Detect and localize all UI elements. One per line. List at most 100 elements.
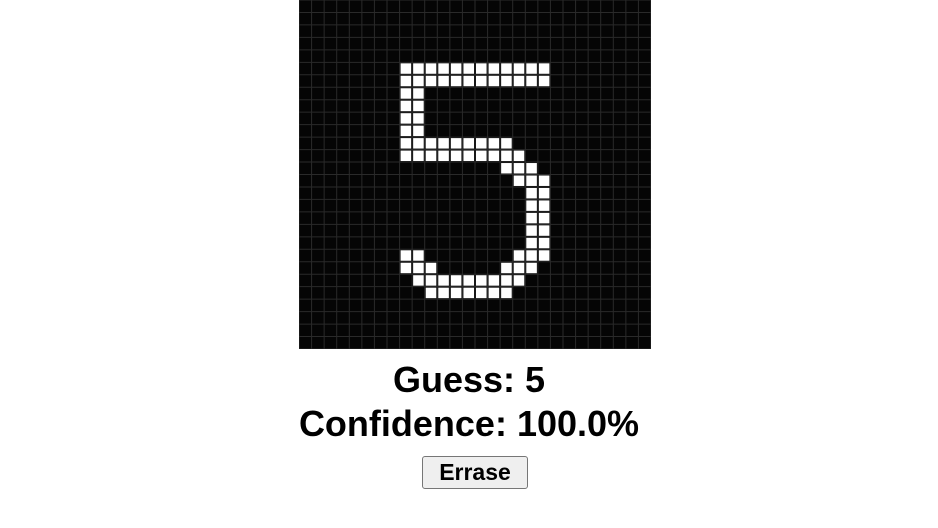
drawn-pixel — [438, 150, 449, 162]
drawn-pixel — [413, 113, 424, 124]
drawn-pixel — [425, 75, 437, 87]
drawn-pixel — [463, 138, 474, 149]
drawn-pixel — [501, 262, 512, 274]
drawn-pixel — [526, 250, 537, 261]
drawn-pixel — [425, 150, 437, 162]
drawn-pixel — [513, 262, 525, 274]
drawn-pixel — [463, 275, 474, 286]
drawn-pixel — [513, 275, 525, 286]
drawn-pixel — [438, 287, 449, 299]
drawn-pixel — [450, 287, 462, 299]
drawn-pixel — [476, 275, 487, 286]
drawn-pixel — [538, 63, 550, 74]
drawn-pixel — [476, 63, 487, 74]
drawn-pixel — [413, 250, 424, 261]
drawn-pixel — [400, 63, 412, 74]
drawn-pixel — [526, 63, 537, 74]
drawn-pixel — [450, 150, 462, 162]
drawing-canvas-container — [299, 0, 651, 349]
drawn-pixel — [400, 113, 412, 124]
drawn-pixel — [400, 262, 412, 274]
drawn-pixel — [413, 262, 424, 274]
drawn-pixel — [501, 287, 512, 299]
drawn-pixel — [501, 150, 512, 162]
drawn-pixel — [450, 75, 462, 87]
drawn-pixel — [526, 187, 537, 199]
drawn-pixel — [400, 88, 412, 99]
guess-text: Guess: 5 — [392, 359, 546, 400]
drawn-pixel — [526, 212, 537, 224]
drawn-pixel — [526, 225, 537, 236]
drawn-pixel — [488, 63, 500, 74]
drawn-pixel — [526, 262, 537, 274]
drawn-pixel — [476, 150, 487, 162]
drawn-pixel — [476, 287, 487, 299]
drawn-pixel — [413, 63, 424, 74]
drawn-pixel — [463, 287, 474, 299]
drawn-pixel — [400, 75, 412, 87]
drawn-pixel — [413, 150, 424, 162]
drawn-pixel — [476, 75, 487, 87]
digit-recognizer-app: Guess: 5 Confidence: 100.0% Errase — [0, 0, 938, 528]
drawn-pixel — [488, 75, 500, 87]
drawn-pixel — [488, 150, 500, 162]
drawn-pixel — [513, 63, 525, 74]
drawn-pixel — [538, 237, 550, 249]
drawn-pixel — [400, 250, 412, 261]
drawn-pixel — [463, 63, 474, 74]
drawn-pixel — [450, 275, 462, 286]
drawn-pixel — [463, 75, 474, 87]
drawn-pixel — [513, 75, 525, 87]
drawn-pixel — [400, 150, 412, 162]
drawn-pixel — [538, 187, 550, 199]
drawn-pixel — [538, 75, 550, 87]
drawn-pixel — [538, 250, 550, 261]
drawn-pixel — [425, 275, 437, 286]
drawn-pixel — [438, 275, 449, 286]
drawn-pixel — [425, 287, 437, 299]
drawn-pixel — [413, 275, 424, 286]
drawn-pixel — [526, 200, 537, 211]
drawn-pixel — [450, 138, 462, 149]
drawn-pixel — [425, 138, 437, 149]
drawn-pixel — [538, 200, 550, 211]
drawn-pixel — [438, 63, 449, 74]
drawn-pixel — [501, 75, 512, 87]
drawn-pixel — [400, 100, 412, 112]
drawn-pixel — [438, 138, 449, 149]
drawn-pixel — [526, 163, 537, 174]
drawn-pixel — [413, 138, 424, 149]
drawn-pixel — [425, 63, 437, 74]
drawing-canvas[interactable] — [299, 0, 651, 349]
drawn-pixel — [526, 237, 537, 249]
drawn-pixel — [463, 150, 474, 162]
drawn-pixel — [476, 138, 487, 149]
drawn-pixel — [400, 125, 412, 137]
drawn-pixel — [501, 163, 512, 174]
drawn-pixel — [413, 88, 424, 99]
drawn-pixel — [513, 175, 525, 186]
drawn-pixel — [538, 175, 550, 186]
drawn-pixel — [538, 212, 550, 224]
drawn-pixel — [538, 225, 550, 236]
erase-button[interactable]: Errase — [422, 456, 528, 489]
drawn-pixel — [501, 275, 512, 286]
drawn-pixel — [425, 262, 437, 274]
drawn-pixel — [450, 63, 462, 74]
drawn-pixel — [526, 175, 537, 186]
drawn-pixel — [488, 287, 500, 299]
confidence-text: Confidence: 100.0% — [298, 403, 640, 444]
drawn-pixel — [501, 63, 512, 74]
drawn-pixel — [488, 275, 500, 286]
drawn-pixel — [526, 75, 537, 87]
drawn-pixel — [413, 100, 424, 112]
drawn-pixel — [438, 75, 449, 87]
drawn-pixel — [413, 75, 424, 87]
drawn-pixel — [513, 150, 525, 162]
drawn-pixel — [413, 125, 424, 137]
drawn-pixel — [488, 138, 500, 149]
drawn-pixel — [513, 163, 525, 174]
drawn-pixel — [400, 138, 412, 149]
drawn-pixel — [501, 138, 512, 149]
drawn-pixel — [513, 250, 525, 261]
